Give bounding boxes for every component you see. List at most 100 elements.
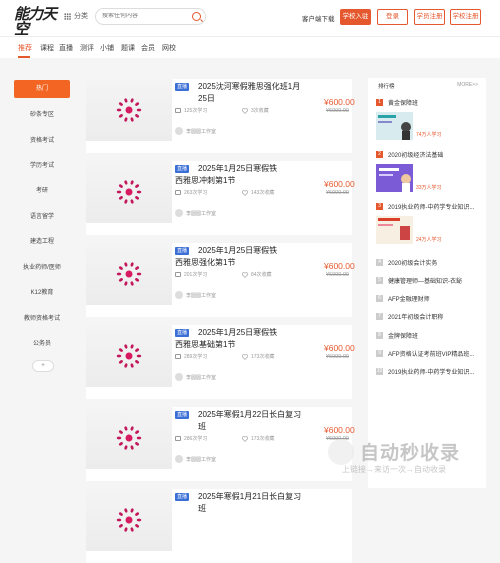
favorite-count: 84次收藏: [242, 271, 272, 278]
search-box: [95, 8, 206, 25]
tab-question-class[interactable]: 题课: [121, 43, 135, 53]
learner-count: 289次学习: [175, 353, 207, 360]
rank-title: 2021年初级会计职称: [388, 315, 444, 321]
main-nav: 推荐 课程 直播 测评 小铺 题课 会员 网校: [0, 36, 500, 58]
course-card[interactable]: 直播 2025年寒假1月21日长白复习班: [86, 489, 352, 563]
ranking-panel: 排行榜 MORE>> 1 黄金保障班 74万人学习 2 2020初级经济法基础 …: [368, 78, 486, 488]
book-icon: [175, 436, 181, 441]
course-title[interactable]: 2025年1月25日寒假铁西雅思基础第1节: [175, 327, 285, 351]
book-icon: [175, 108, 181, 113]
sidebar-item-language[interactable]: 语言留学: [14, 208, 70, 226]
rank-number: 2: [376, 151, 383, 158]
course-cover-art: [116, 426, 142, 450]
favorite-count: 143次收藏: [242, 189, 274, 196]
sidebar-item-special[interactable]: 砂条专区: [14, 106, 70, 124]
course-price: ¥600.00: [324, 179, 355, 189]
ranking-item[interactable]: 8 金牌保障班: [376, 331, 418, 340]
avatar: [175, 291, 183, 299]
course-thumbnail[interactable]: [86, 407, 172, 469]
rank-thumbnail: [376, 216, 413, 244]
course-thumbnail[interactable]: [86, 489, 172, 551]
ranking-item[interactable]: 10 2019执业药师-中药学专业知识...: [376, 367, 474, 376]
course-title[interactable]: 2025年1月25日寒假铁西雅思强化第1节: [175, 245, 285, 269]
studio-link[interactable]: 李圆圆工作室: [175, 209, 216, 217]
sidebar-item-k12[interactable]: K12教育: [14, 284, 70, 302]
course-card[interactable]: 直播 2025年寒假1月22日长白复习班 286次学习 173次收藏 李圆圆工作室 ¥60…: [86, 407, 355, 481]
watermark-logo-icon: [328, 438, 354, 465]
sidebar-item-qualification[interactable]: 资格考试: [14, 132, 70, 150]
course-price: ¥600.00: [324, 343, 355, 353]
tab-online-school[interactable]: 网校: [162, 43, 176, 53]
ranking-item[interactable]: 7 2021年初级会计职称: [376, 312, 443, 321]
sidebar-item-degree[interactable]: 学历考试: [14, 157, 70, 175]
ranking-item[interactable]: 3 2019执业药师-中药学专业知识...: [376, 202, 474, 211]
watermark-subtext: 上链接→来访一次→自动收录: [342, 465, 446, 474]
course-card[interactable]: 直播 2025年1月25日寒假铁西雅思冲刺第1节 263次学习 143次收藏 李圆圆工作…: [86, 161, 355, 235]
category-menu[interactable]: 分类: [64, 11, 88, 21]
course-thumbnail[interactable]: [86, 243, 172, 305]
sidebar-item-teacher[interactable]: 教师资格考试: [14, 310, 70, 328]
tab-courses[interactable]: 课程: [40, 43, 54, 53]
ranking-item[interactable]: 1 黄金保障班: [376, 98, 418, 107]
school-join-button[interactable]: 学校入驻: [340, 9, 371, 25]
tab-shop[interactable]: 小铺: [100, 43, 114, 53]
course-thumbnail[interactable]: [86, 161, 172, 223]
learner-count-text: 125次学习: [184, 108, 208, 114]
course-cover-art: [116, 180, 142, 204]
rank-title: 2020初级经济法基础: [388, 153, 444, 159]
course-title[interactable]: 2025年寒假1月22日长白复习班: [198, 409, 308, 433]
rank-title: 黄金保障班: [388, 101, 419, 107]
rank-info: 74万人学习: [416, 132, 442, 138]
ranking-item[interactable]: 4 2020初级会计实务: [376, 258, 437, 267]
studio-link[interactable]: 李圆圆工作室: [175, 291, 216, 299]
rank-title: 2020初级会计实务: [388, 261, 438, 267]
sidebar-item-construction[interactable]: 建造工程: [14, 233, 70, 251]
tab-recommend[interactable]: 推荐: [18, 43, 32, 53]
studio-link[interactable]: 李圆圆工作室: [175, 455, 216, 463]
favorite-count: 173次收藏: [242, 435, 274, 442]
sidebar-item-hot[interactable]: 热门: [14, 80, 70, 98]
learner-count-text: 263次学习: [184, 190, 208, 196]
avatar: [175, 209, 183, 217]
ranking-item[interactable]: 6 AFP金融理财师: [376, 294, 430, 303]
course-cover-art: [116, 262, 142, 286]
client-download-link[interactable]: 客户端下载: [302, 13, 335, 23]
site-logo[interactable]: 能力天空 nengliSky.com: [14, 7, 60, 43]
rank-info: 33万人学习: [416, 185, 442, 191]
tab-membership[interactable]: 会员: [141, 43, 155, 53]
login-button[interactable]: 登录: [377, 9, 408, 25]
learner-count: 286次学习: [175, 435, 207, 442]
course-thumbnail[interactable]: [86, 325, 172, 387]
rank-number: 3: [376, 203, 383, 210]
school-register-button[interactable]: 学校注册: [450, 9, 481, 25]
tab-assessment[interactable]: 测评: [80, 43, 94, 53]
rank-number: 4: [376, 259, 383, 266]
course-title[interactable]: 2025年1月25日寒假铁西雅思冲刺第1节: [175, 163, 285, 187]
ranking-item[interactable]: 5 健康管理师—基础知识-衣鉍: [376, 276, 462, 285]
ranking-more-link[interactable]: MORE>>: [457, 82, 478, 88]
search-icon[interactable]: [192, 12, 201, 21]
course-title[interactable]: 2025年寒假1月21日长白复习班: [198, 491, 308, 515]
heart-icon: [242, 435, 248, 442]
sidebar-item-civil-service[interactable]: 公务员: [14, 335, 70, 353]
rank-title: 2019执业药师-中药学专业知识...: [388, 370, 475, 376]
learner-count-text: 286次学习: [184, 436, 208, 442]
sidebar-item-postgraduate[interactable]: 考研: [14, 182, 70, 200]
tab-live[interactable]: 直播: [59, 43, 73, 53]
avatar: [175, 373, 183, 381]
studio-link[interactable]: 李圆圆工作室: [175, 373, 216, 381]
search-input[interactable]: [102, 13, 190, 19]
course-card[interactable]: 直播 2025沈河寒假雅思强化班1月25日 125次学习 3次收藏 李圆圆工作室 ¥600…: [86, 79, 355, 153]
course-price: ¥600.00: [324, 261, 355, 271]
ranking-item[interactable]: 2 2020初级经济法基础: [376, 150, 443, 159]
studio-link[interactable]: 李圆圆工作室: [175, 127, 216, 135]
ranking-item[interactable]: 9 AFP资格认证考前班VIP精品班...: [376, 349, 474, 358]
student-register-button[interactable]: 学员注册: [414, 9, 445, 25]
course-thumbnail[interactable]: [86, 79, 172, 141]
course-title[interactable]: 2025沈河寒假雅思强化班1月25日: [198, 81, 308, 105]
sidebar-more-button[interactable]: +: [32, 360, 54, 372]
book-icon: [175, 190, 181, 195]
course-card[interactable]: 直播 2025年1月25日寒假铁西雅思强化第1节 201次学习 84次收藏 李圆圆工作室…: [86, 243, 355, 317]
course-card[interactable]: 直播 2025年1月25日寒假铁西雅思基础第1节 289次学习 173次收藏 李圆圆工作…: [86, 325, 355, 399]
sidebar-item-pharmacist[interactable]: 执业药师/医师: [14, 259, 70, 277]
